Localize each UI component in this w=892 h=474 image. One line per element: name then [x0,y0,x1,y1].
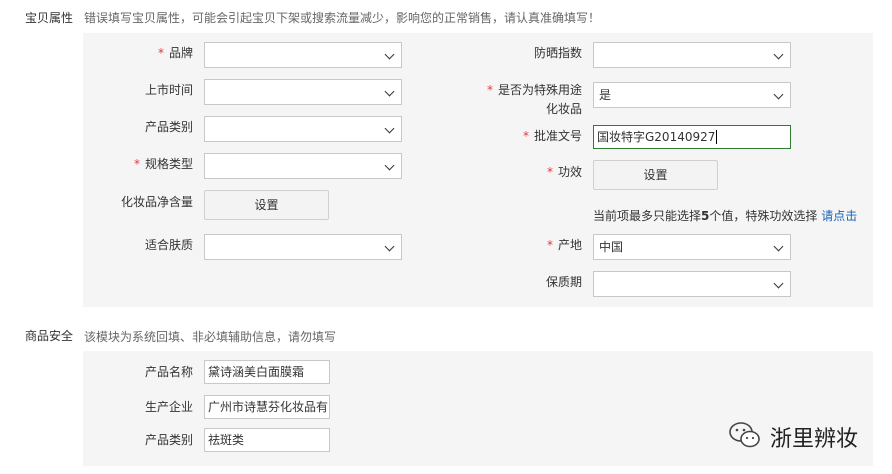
approval-no-input[interactable]: 国妆特字G20140927 [593,125,791,149]
product-category-label: 产品类别 [144,120,193,134]
launch-time-select[interactable] [204,79,402,105]
approval-no-label-text: 批准文号 [533,129,582,143]
skin-type-label: 适合肤质 [144,238,193,252]
attributes-warning: 错误填写宝贝属性，可能会引起宝贝下架或搜索流量减少，影响您的正常销售，请认真准确… [84,11,601,25]
spec-type-select[interactable] [204,153,402,179]
required-mark: * [546,238,553,252]
wechat-icon [728,420,762,450]
brand-select[interactable] [204,42,402,68]
efficacy-label-text: 功效 [557,165,582,179]
skin-type-select[interactable] [204,234,402,260]
chevron-down-icon [773,49,784,60]
chevron-down-icon [384,123,395,134]
brand-label-text: 品牌 [168,46,193,60]
chevron-down-icon [773,89,784,100]
brand-label: * 品牌 [100,45,193,61]
origin-select[interactable]: 中国 [593,234,791,260]
chevron-down-icon [773,278,784,289]
safety-note: 该模块为系统回填、非必填辅助信息，请勿填写 [84,330,337,344]
approval-no-input-value: 国妆特字G20140927 [597,130,716,144]
safety-manufacturer-label: 生产企业 [144,400,193,414]
shelf-life-select[interactable] [593,271,791,297]
net-content-label: 化妆品净含量 [120,195,193,209]
section-title-attributes: 宝贝属性 [25,11,74,25]
required-mark: * [486,83,493,97]
required-mark: * [546,165,553,179]
chevron-down-icon [773,241,784,252]
product-category-select[interactable] [204,116,402,142]
safety-product-name-label: 产品名称 [144,365,193,379]
safety-product-category-label: 产品类别 [144,433,193,447]
safety-product-category-input[interactable]: 祛斑类 [204,428,330,452]
special-use-select[interactable]: 是 [593,82,791,108]
efficacy-hint-suffix: 个值，特殊功效选择 [709,209,818,223]
special-use-select-value: 是 [599,88,612,102]
text-cursor [716,130,718,144]
origin-label: * 产地 [470,237,582,253]
spec-type-label: * 规格类型 [100,156,193,172]
required-mark: * [522,129,529,143]
safety-manufacturer-input[interactable]: 广州市诗慧芬化妆品有限公司 [204,395,330,419]
chevron-down-icon [384,241,395,252]
watermark-text: 浙里辨妆 [770,427,859,452]
shelf-life-label: 保质期 [545,275,582,289]
origin-label-text: 产地 [557,238,582,252]
efficacy-set-button[interactable]: 设置 [593,160,718,190]
net-content-set-button[interactable]: 设置 [204,190,329,220]
launch-time-label: 上市时间 [144,83,193,97]
spf-label: 防晒指数 [533,46,582,60]
efficacy-hint-link[interactable]: 请点击 [821,209,857,223]
efficacy-label: * 功效 [470,164,582,180]
special-use-label: * 是否为特殊用途 [450,82,582,98]
approval-no-label: * 批准文号 [470,128,582,144]
spec-type-label-text: 规格类型 [144,157,193,171]
special-use-label-line1: 是否为特殊用途 [497,83,582,97]
chevron-down-icon [384,160,395,171]
chevron-down-icon [384,49,395,60]
efficacy-hint-prefix: 当前项最多只能选择 [593,209,702,223]
origin-select-value: 中国 [599,240,624,254]
special-use-label-line2: 化妆品 [545,102,582,116]
required-mark: * [157,46,164,60]
spf-select[interactable] [593,42,791,68]
safety-product-name-input[interactable]: 黛诗涵美白面膜霜 [204,360,330,384]
chevron-down-icon [384,86,395,97]
section-title-safety: 商品安全 [25,329,74,343]
required-mark: * [133,157,140,171]
efficacy-hint: 当前项最多只能选择5个值，特殊功效选择 请点击 [593,207,857,224]
